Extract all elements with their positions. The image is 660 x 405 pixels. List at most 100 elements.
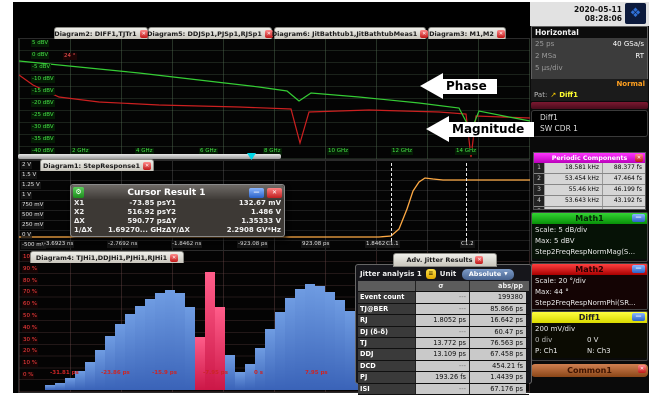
periodic-amplitude: 43.192 fs <box>602 196 645 206</box>
tab-diagram1-stepresponse[interactable]: Diagram1: StepResponse1 ✕ <box>40 159 154 171</box>
jitter-param-name: TJ@BER <box>358 304 415 314</box>
cursor-result-dialog[interactable]: ⚙ Cursor Result 1 — ✕ X1-73.85 psY1132.6… <box>70 184 285 237</box>
tab-label: Diagram1: StepResponse1 <box>43 162 140 170</box>
math2-title: Math2 <box>575 265 603 274</box>
x-axis-label: -23.86 ps <box>100 370 131 377</box>
histogram-bar <box>195 337 205 390</box>
jitter-analysis-label: Jitter analysis 1 <box>360 270 422 278</box>
jitter-abs-value: 76.563 ps <box>469 338 526 348</box>
y-axis-label: 0 % <box>22 372 34 379</box>
close-icon[interactable]: ✕ <box>143 162 151 170</box>
cursor-label: ΔX <box>74 217 100 226</box>
tab-diagram-1[interactable]: Diagram2: DIFF1,TJTr1✕ <box>54 27 148 39</box>
horizontal-row: 5 µs/div <box>532 62 647 74</box>
date-time-box: 2020-05-11 08:28:06 ❖ <box>530 2 649 26</box>
trigger-source: Diff1 <box>559 90 578 101</box>
cursor-value: 590.77 ps <box>100 217 166 226</box>
horizontal-row: 25 ps 40 GSa/s <box>532 38 647 50</box>
close-icon[interactable]: ✕ <box>635 154 643 162</box>
cursor-line[interactable] <box>391 163 392 241</box>
cursor-result-row: X1-73.85 psY1132.67 mV <box>71 199 284 208</box>
histogram-bar <box>65 378 75 390</box>
jitter-param-name: RJ <box>358 315 415 325</box>
histogram-bar <box>245 364 255 390</box>
cursor-value: 1.69270... GHz <box>100 226 166 235</box>
cursor-result-row: X2516.92 psY21.486 V <box>71 208 284 217</box>
gear-icon[interactable]: ⚙ <box>73 187 84 198</box>
minimize-icon[interactable]: — <box>632 313 645 321</box>
oscilloscope-screenshot: Diagram2: DIFF1,TJTr1✕Diagram5: DDJSp1,P… <box>0 0 660 405</box>
jitter-abs-value: 85.866 ps <box>469 304 526 314</box>
minimize-icon[interactable]: — <box>632 265 645 273</box>
jitter-row: ISI---67.176 ps <box>358 384 529 395</box>
periodic-amplitude: 46.199 fs <box>602 185 645 195</box>
math1-line: Scale: 5 dB/div <box>535 225 644 236</box>
periodic-index: 3 <box>534 185 544 195</box>
jitter-param-name: DDJ <box>358 349 415 359</box>
horizontal-panel[interactable]: Horizontal 25 ps 40 GSa/s 2 MSa RT 5 µs/… <box>531 26 648 80</box>
math2-header: Math2 — <box>532 264 647 275</box>
y-axis-label: -15 dBV <box>31 88 55 95</box>
x-axis-label: -923.08 ps <box>237 241 268 248</box>
tab-diagram4-histograms[interactable]: Diagram4: TJHi1,DDJHi1,PJHi1,RJHi1 ✕ <box>30 251 184 263</box>
cdr-info-box[interactable]: Diff1 SW CDR 1 <box>531 110 648 137</box>
math1-panel[interactable]: Math1 — Scale: 5 dB/divMax: 5 dBVStep2Fr… <box>531 212 648 262</box>
tab-adv-jitter-results[interactable]: Adv. Jitter Results ✕ <box>393 253 497 267</box>
diff1-offset: 0 V <box>587 335 644 346</box>
x-axis-label: 14 GHz <box>455 148 477 155</box>
y-axis-label: 250 mV <box>21 222 44 229</box>
math2-panel[interactable]: Math2 — Scale: 20 °/divMax: 44 °Step2Fre… <box>531 263 648 310</box>
unit-dropdown[interactable]: Absolute ▼ <box>462 269 514 280</box>
periodic-components-panel[interactable]: Periodic Components ✕ 118.581 kHz88.377 … <box>533 152 646 210</box>
settings-icon[interactable]: ≡ <box>426 269 436 279</box>
minimize-icon[interactable]: — <box>632 214 645 222</box>
periodic-amplitude: 47.464 fs <box>602 174 645 184</box>
collapsed-panel-header[interactable] <box>531 102 648 109</box>
cursor-line[interactable] <box>466 163 467 241</box>
close-icon[interactable]: ✕ <box>267 188 282 198</box>
periodic-row: 5 <box>534 207 645 210</box>
tab-diagram-4[interactable]: Diagram3: M1,M2✕ <box>428 27 506 39</box>
common1-panel[interactable]: Common1 ✕ <box>531 364 648 377</box>
x-axis-label: -31.81 ps <box>49 370 80 377</box>
jitter-param-name: PJ <box>358 372 415 382</box>
x-axis-label: 0 s <box>253 370 264 377</box>
jitter-row: RJ1.8052 ps16.642 ps <box>358 315 529 326</box>
jitter-param-name: DJ (δ-δ) <box>358 327 415 337</box>
tab-diagram-2[interactable]: Diagram5: DDJSp1,PJSp1,RJSp1✕ <box>148 27 272 39</box>
common1-title: Common1 <box>567 366 612 375</box>
periodic-index: 1 <box>534 163 544 173</box>
arrow-left-icon <box>420 73 443 99</box>
unit-label: Unit <box>440 270 456 278</box>
jitter-row: Event count---199380 <box>358 292 529 303</box>
histogram-bar <box>45 385 55 390</box>
cursor-value: 1.35333 V <box>202 217 281 226</box>
jitter-header-row: σabs/pp <box>358 281 529 292</box>
periodic-frequency: 53.454 kHz <box>544 174 602 184</box>
time-label: 08:28:06 <box>574 14 622 23</box>
close-icon[interactable]: ✕ <box>497 30 505 38</box>
close-icon[interactable]: ✕ <box>638 365 646 373</box>
y-axis-label: 30 % <box>22 337 38 344</box>
cursor-label: C1.2 <box>460 241 475 248</box>
periodic-frequency: 55.46 kHz <box>544 185 602 195</box>
trigger-panel[interactable]: Normal Pat: ↗ Diff1 <box>531 79 648 101</box>
x-axis-label: -1.8462 ns <box>171 241 202 248</box>
column-sigma: σ <box>415 281 469 291</box>
tab-diagram-3[interactable]: Diagram6: JitBathtub1,JitBathtubMeas1✕ <box>274 27 426 39</box>
pattern-label: Pat: <box>534 90 547 101</box>
minimize-icon[interactable]: — <box>249 188 264 198</box>
jitter-sigma-value: --- <box>415 361 469 371</box>
date-label: 2020-05-11 <box>574 5 622 14</box>
cdr-type: SW CDR 1 <box>540 123 647 134</box>
cursor-value: 516.92 ps <box>100 208 166 217</box>
close-icon[interactable]: ✕ <box>475 256 483 264</box>
cursor-label: C1.1 <box>385 241 400 248</box>
jitter-param-name: Event count <box>358 292 415 302</box>
histogram-bar <box>215 307 225 390</box>
jitter-row: TJ@BER---85.866 ps <box>358 304 529 315</box>
close-icon[interactable]: ✕ <box>170 254 178 262</box>
cursor-label: 1/ΔX <box>74 226 100 235</box>
tab-label: Diagram6: JitBathtub1,JitBathtubMeas1 <box>272 30 418 38</box>
diff1-channel-panel[interactable]: Diff1 — 200 mV/div 0 div 0 V P: Ch1 N: C… <box>531 311 648 361</box>
